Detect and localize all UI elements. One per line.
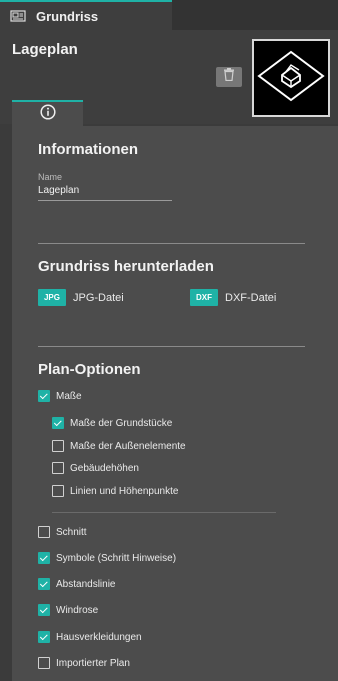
option-windrose[interactable]: Windrose — [38, 604, 98, 616]
option-label: Windrose — [56, 604, 99, 616]
checkbox[interactable] — [38, 631, 50, 643]
option-hausverkleidungen[interactable]: Hausverkleidungen — [38, 631, 142, 643]
option-masse-grundstuecke[interactable]: Maße der Grundstücke — [52, 417, 172, 429]
checkbox[interactable] — [38, 526, 50, 538]
section-divider — [38, 243, 305, 244]
plan-thumbnail[interactable] — [252, 39, 330, 117]
option-label: Schnitt — [56, 526, 87, 538]
option-masse-aussenelemente[interactable]: Maße der Außenelemente — [52, 440, 186, 452]
download-dxf-button[interactable]: DXF DXF-Datei — [190, 289, 276, 306]
info-icon — [39, 103, 56, 125]
checkbox[interactable] — [38, 390, 50, 402]
floorplan-icon — [10, 10, 26, 22]
option-label: Symbole (Schritt Hinweise) — [56, 552, 177, 564]
option-label: Maße der Außenelemente — [70, 440, 186, 452]
checkbox[interactable] — [52, 417, 64, 429]
trash-icon — [223, 68, 235, 86]
checkbox[interactable] — [52, 440, 64, 452]
option-label: Linien und Höhenpunkte — [70, 485, 179, 497]
delete-button[interactable] — [216, 67, 242, 87]
tab-grundriss[interactable]: Grundriss — [0, 0, 172, 30]
info-panel: Informationen Name Lageplan Grundriss he… — [12, 126, 338, 681]
site-plan-icon — [256, 49, 326, 108]
section-title-download: Grundriss herunterladen — [38, 258, 214, 275]
option-label: Maße der Grundstücke — [70, 417, 173, 429]
plan-title: Lageplan — [12, 41, 78, 58]
download-jpg-label: JPG-Datei — [73, 291, 124, 304]
tab-bar: Grundriss — [0, 0, 338, 30]
checkbox[interactable] — [38, 657, 50, 669]
option-label: Abstandslinie — [56, 578, 116, 590]
checkbox[interactable] — [38, 552, 50, 564]
section-divider — [38, 346, 305, 347]
option-symbole[interactable]: Symbole (Schritt Hinweise) — [38, 552, 176, 564]
jpg-file-icon: JPG — [38, 289, 66, 306]
options-divider — [52, 512, 276, 513]
option-label: Gebäudehöhen — [70, 462, 139, 474]
checkbox[interactable] — [52, 462, 64, 474]
tab-grundriss-label: Grundriss — [36, 8, 99, 24]
option-masse[interactable]: Maße — [38, 390, 82, 402]
option-gebaeudehoehen[interactable]: Gebäudehöhen — [52, 462, 139, 474]
option-abstandslinie[interactable]: Abstandslinie — [38, 578, 115, 590]
name-field-label: Name — [38, 172, 63, 182]
download-dxf-label: DXF-Datei — [225, 291, 277, 304]
name-field[interactable]: Lageplan — [38, 185, 172, 201]
section-title-plan-options: Plan-Optionen — [38, 361, 141, 378]
checkbox[interactable] — [52, 485, 64, 497]
checkbox[interactable] — [38, 578, 50, 590]
option-importierter-plan[interactable]: Importierter Plan — [38, 657, 130, 669]
option-label: Hausverkleidungen — [56, 631, 142, 643]
dxf-file-icon: DXF — [190, 289, 218, 306]
tab-info[interactable] — [12, 100, 83, 126]
option-linien-hoehenpunkte[interactable]: Linien und Höhenpunkte — [52, 485, 178, 497]
download-jpg-button[interactable]: JPG JPG-Datei — [38, 289, 124, 306]
checkbox[interactable] — [38, 604, 50, 616]
option-schnitt[interactable]: Schnitt — [38, 526, 87, 538]
option-label: Importierter Plan — [56, 657, 130, 669]
option-label: Maße — [56, 390, 82, 402]
section-title-informationen: Informationen — [38, 141, 138, 158]
